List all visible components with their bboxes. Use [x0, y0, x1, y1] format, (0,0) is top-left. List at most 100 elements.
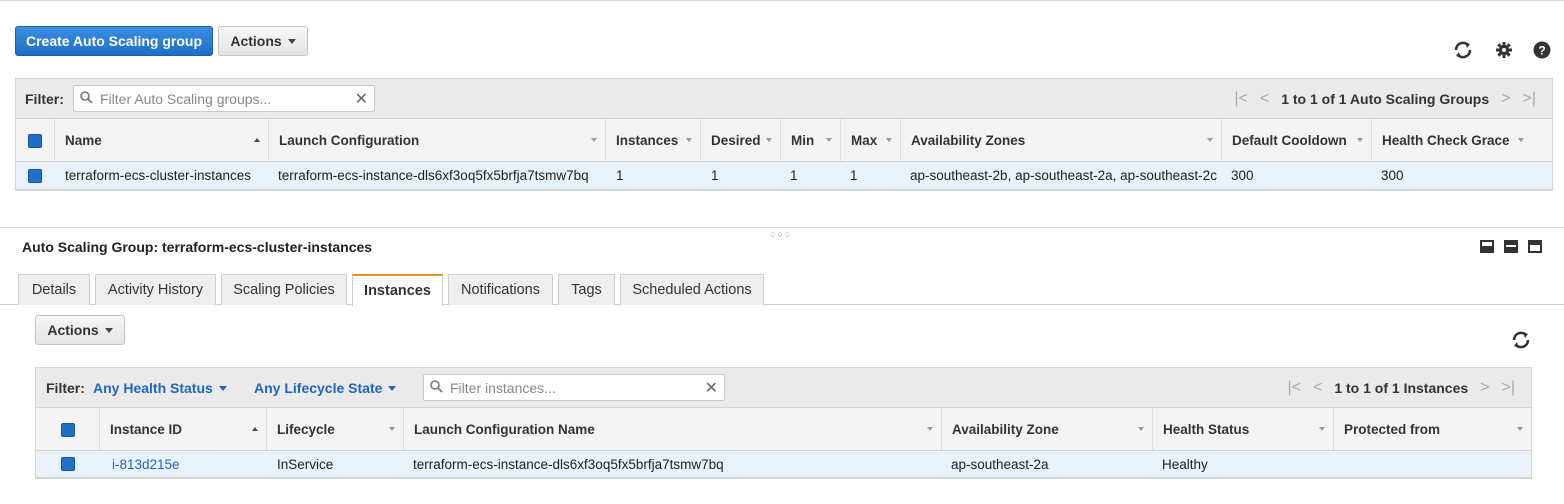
- groups-table-header: Name Launch Configuration Instances Desi…: [16, 119, 1552, 162]
- chevron-down-icon: [104, 327, 113, 333]
- gear-icon[interactable]: [1493, 39, 1515, 61]
- groups-search-input[interactable]: [98, 86, 348, 111]
- column-header-launch-configuration-name[interactable]: Launch Configuration Name: [404, 408, 942, 450]
- table-row[interactable]: i-813d215e InService terraform-ecs-insta…: [36, 451, 1531, 478]
- column-header-min[interactable]: Min: [781, 119, 841, 161]
- first-page-icon[interactable]: |<: [1281, 379, 1307, 397]
- tab-details[interactable]: Details: [18, 274, 90, 305]
- availability-zones-cell: ap-southeast-2b, ap-southeast-2a, ap-sou…: [910, 168, 1217, 183]
- column-header-availability-zones[interactable]: Availability Zones: [901, 119, 1222, 161]
- table-row[interactable]: terraform-ecs-cluster-instances terrafor…: [16, 162, 1552, 190]
- desired-cell: 1: [711, 168, 719, 183]
- sort-icon: [686, 138, 692, 142]
- groups-filter-label: Filter:: [25, 91, 64, 107]
- tab-scaling-policies[interactable]: Scaling Policies: [221, 274, 347, 305]
- refresh-icon[interactable]: [1452, 39, 1474, 61]
- tab-scheduled-actions[interactable]: Scheduled Actions: [620, 274, 764, 305]
- lifecycle-cell: InService: [277, 456, 334, 472]
- tab-label: Notifications: [461, 282, 540, 298]
- layout-bottom-icon[interactable]: [1480, 240, 1494, 253]
- availability-zone-cell: ap-southeast-2a: [951, 456, 1049, 472]
- tab-label: Scaling Policies: [233, 282, 335, 298]
- health-status-cell: Healthy: [1162, 456, 1208, 472]
- pane-splitter[interactable]: [0, 227, 1564, 228]
- clear-icon[interactable]: ✕: [355, 89, 368, 109]
- column-header-availability-zone[interactable]: Availability Zone: [942, 408, 1153, 450]
- tab-notifications[interactable]: Notifications: [448, 274, 553, 305]
- last-page-icon[interactable]: >|: [1517, 90, 1543, 108]
- row-checkbox[interactable]: [28, 169, 42, 183]
- instances-actions-button[interactable]: Actions: [35, 315, 125, 345]
- tab-instances[interactable]: Instances: [352, 274, 443, 306]
- first-page-icon[interactable]: |<: [1228, 90, 1254, 108]
- column-label: Lifecycle: [277, 421, 335, 437]
- lifecycle-state-filter[interactable]: Any Lifecycle State: [254, 380, 397, 396]
- create-button-label: Create Auto Scaling group: [25, 33, 203, 49]
- tab-tags[interactable]: Tags: [558, 274, 615, 305]
- instances-search-input[interactable]: [448, 375, 698, 400]
- groups-search-field[interactable]: ✕: [73, 85, 375, 112]
- column-header-health-status[interactable]: Health Status: [1153, 408, 1334, 450]
- refresh-icon[interactable]: [1510, 329, 1532, 351]
- layout-top-icon[interactable]: [1528, 240, 1542, 253]
- min-cell: 1: [790, 168, 798, 183]
- instances-search-field[interactable]: ✕: [423, 374, 725, 401]
- sort-icon: [826, 138, 832, 142]
- sort-asc-icon: [252, 427, 258, 431]
- groups-pager-text: 1 to 1 of 1 Auto Scaling Groups: [1281, 91, 1490, 107]
- svg-text:?: ?: [1538, 44, 1545, 58]
- sort-icon: [1517, 427, 1523, 431]
- select-all-checkbox[interactable]: [61, 423, 75, 437]
- column-header-launch-configuration[interactable]: Launch Configuration: [269, 119, 606, 161]
- column-header-default-cooldown[interactable]: Default Cooldown: [1222, 119, 1372, 161]
- row-checkbox[interactable]: [61, 457, 75, 471]
- group-name-cell: terraform-ecs-cluster-instances: [65, 168, 252, 183]
- actions-button-label: Actions: [230, 33, 282, 49]
- tab-label: Activity History: [107, 282, 204, 298]
- drag-handle-icon[interactable]: ○○○: [770, 229, 792, 239]
- column-header-desired[interactable]: Desired: [701, 119, 781, 161]
- sort-icon: [886, 138, 892, 142]
- lifecycle-state-filter-label: Any Lifecycle State: [254, 380, 383, 396]
- prev-page-icon[interactable]: <: [1254, 90, 1275, 108]
- column-header-protected-from[interactable]: Protected from: [1334, 408, 1531, 450]
- chevron-down-icon: [388, 385, 397, 391]
- sort-asc-icon: [254, 138, 260, 142]
- prev-page-icon[interactable]: <: [1307, 379, 1328, 397]
- sort-icon: [591, 138, 597, 142]
- health-status-filter[interactable]: Any Health Status: [93, 380, 227, 396]
- column-header-health-check-grace[interactable]: Health Check Grace: [1372, 119, 1552, 161]
- health-check-grace-cell: 300: [1381, 168, 1404, 183]
- actions-button[interactable]: Actions: [218, 26, 308, 56]
- next-page-icon[interactable]: >: [1474, 379, 1495, 397]
- tab-activity-history[interactable]: Activity History: [95, 274, 216, 305]
- help-icon[interactable]: ?: [1531, 39, 1553, 61]
- sort-icon: [1207, 138, 1213, 142]
- column-label: Instances: [616, 132, 679, 148]
- column-label: Desired: [711, 132, 761, 148]
- create-auto-scaling-group-button[interactable]: Create Auto Scaling group: [15, 26, 213, 56]
- last-page-icon[interactable]: >|: [1496, 379, 1522, 397]
- chevron-down-icon: [218, 385, 227, 391]
- instance-id-link[interactable]: i-813d215e: [112, 451, 180, 477]
- column-label: Protected from: [1344, 421, 1441, 437]
- next-page-icon[interactable]: >: [1495, 90, 1516, 108]
- launch-configuration-name-cell: terraform-ecs-instance-dls6xf3oq5fx5brfj…: [413, 456, 724, 472]
- instances-filter-bar: Filter: Any Health Status Any Lifecycle …: [36, 368, 1531, 408]
- column-header-name[interactable]: Name: [55, 119, 269, 161]
- sort-icon: [766, 138, 772, 142]
- select-all-column: [36, 408, 100, 450]
- select-all-checkbox[interactable]: [28, 134, 42, 148]
- sort-icon: [1357, 138, 1363, 142]
- layout-half-icon[interactable]: [1504, 240, 1518, 253]
- sort-icon: [1319, 427, 1325, 431]
- search-icon: [80, 90, 93, 107]
- column-label: Min: [791, 132, 815, 148]
- clear-icon[interactable]: ✕: [705, 378, 718, 398]
- column-header-instances[interactable]: Instances: [606, 119, 701, 161]
- column-header-lifecycle[interactable]: Lifecycle: [267, 408, 404, 450]
- column-label: Health Status: [1163, 421, 1250, 437]
- column-header-instance-id[interactable]: Instance ID: [100, 408, 267, 450]
- column-header-max[interactable]: Max: [841, 119, 901, 161]
- column-label: Launch Configuration: [279, 132, 420, 148]
